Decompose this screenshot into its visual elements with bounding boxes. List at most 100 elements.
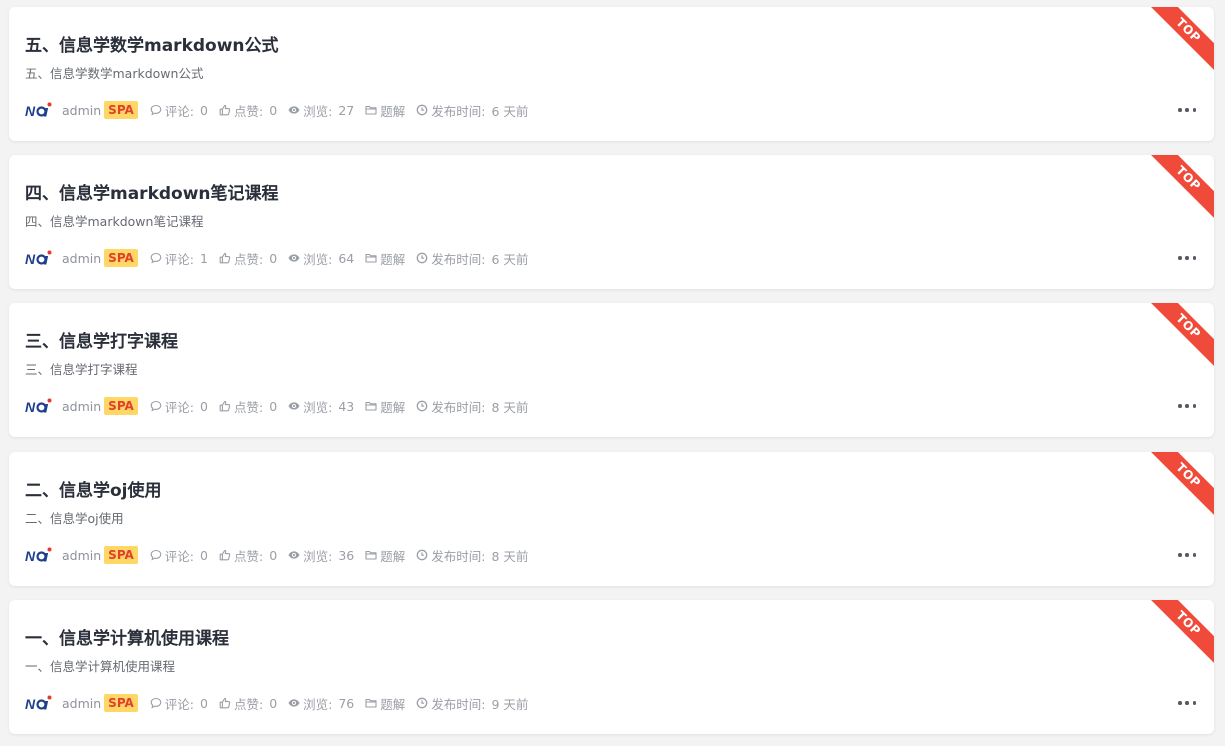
category-link[interactable]: 题解 [365,397,405,416]
like-count[interactable]: 点赞: 0 [219,249,277,268]
like-count[interactable]: 点赞: 0 [219,694,277,713]
comments-label: 评论: [164,103,195,119]
views-label: 浏览: [303,103,333,119]
author-name[interactable]: admin [62,251,101,266]
eye-icon [288,106,300,114]
views-label: 浏览: [303,251,333,267]
comment-count: 评论: 0 [150,694,208,713]
likes-label: 点赞: [233,548,264,564]
views-label: 浏览: [303,696,333,712]
thumbs-up-icon [219,252,231,264]
more-dots-icon[interactable] [1178,545,1196,565]
time-label: 发布时间: [431,399,486,415]
clock-icon [416,549,428,561]
comment-icon [150,400,162,412]
article-meta: N admin SPA 评论: 1 点赞: 0 浏览: 64 题解 发布时间: … [25,248,539,268]
folder-icon [365,550,377,560]
article-summary: 一、信息学计算机使用课程 [25,659,176,674]
folder-icon [365,401,377,411]
comments-label: 评论: [164,399,195,415]
publish-time: 发布时间: 9 天前 [416,694,528,713]
author-name[interactable]: admin [62,103,101,118]
like-count[interactable]: 点赞: 0 [219,546,277,565]
article-title[interactable]: 三、信息学打字课程 [25,327,178,352]
view-count: 浏览: 27 [288,101,354,120]
eye-icon [288,254,300,262]
category-label: 题解 [380,103,406,119]
more-dots-icon[interactable] [1178,396,1196,416]
article-card[interactable]: 三、信息学打字课程 三、信息学打字课程 N admin SPA 评论: 0 点赞… [9,303,1214,437]
likes-value: 0 [269,398,278,414]
noi-logo: N [25,695,52,712]
comment-count: 评论: 0 [150,101,208,120]
comments-value: 0 [200,102,208,118]
article-card[interactable]: 五、信息学数学markdown公式 五、信息学数学markdown公式 N ad… [9,7,1214,141]
comments-value: 0 [200,695,208,711]
like-count[interactable]: 点赞: 0 [219,397,277,416]
article-title[interactable]: 一、信息学计算机使用课程 [25,624,229,649]
noi-logo: N [25,398,52,415]
time-label: 发布时间: [431,696,486,712]
noi-logo: N [25,250,52,267]
likes-label: 点赞: [233,251,264,267]
noi-logo: N [25,102,52,119]
folder-icon [365,253,377,263]
comment-count: 评论: 0 [150,397,208,416]
likes-value: 0 [269,695,278,711]
article-summary: 二、信息学oj使用 [25,511,124,526]
views-value: 36 [338,547,355,563]
article-summary: 五、信息学数学markdown公式 [25,66,204,81]
view-count: 浏览: 36 [288,546,354,565]
author-badge: SPA [104,694,138,712]
category-link[interactable]: 题解 [365,694,405,713]
article-card[interactable]: 二、信息学oj使用 二、信息学oj使用 N admin SPA 评论: 0 点赞… [9,452,1214,586]
time-value: 8 天前 [491,399,529,415]
author-name[interactable]: admin [62,696,101,711]
comment-count: 评论: 0 [150,546,208,565]
category-link[interactable]: 题解 [365,101,405,120]
like-count[interactable]: 点赞: 0 [219,101,277,120]
category-label: 题解 [380,251,406,267]
article-card[interactable]: 四、信息学markdown笔记课程 四、信息学markdown笔记课程 N ad… [9,155,1214,289]
views-label: 浏览: [303,399,333,415]
top-ribbon: TOP [1147,303,1214,368]
folder-icon [365,105,377,115]
category-label: 题解 [380,548,406,564]
more-dots-icon[interactable] [1178,693,1196,713]
view-count: 浏览: 43 [288,397,354,416]
thumbs-up-icon [219,104,231,116]
comments-label: 评论: [164,696,195,712]
thumbs-up-icon [219,697,231,709]
clock-icon [416,252,428,264]
clock-icon [416,400,428,412]
author-name[interactable]: admin [62,399,101,414]
comments-value: 0 [200,547,208,563]
author-name[interactable]: admin [62,548,101,563]
likes-value: 0 [269,102,278,118]
article-meta: N admin SPA 评论: 0 点赞: 0 浏览: 36 题解 发布时间: … [25,545,539,565]
eye-icon [288,551,300,559]
article-title[interactable]: 五、信息学数学markdown公式 [25,31,279,56]
author-badge: SPA [104,546,138,564]
more-dots-icon[interactable] [1178,100,1196,120]
svg-text:N: N [25,103,36,119]
more-dots-icon[interactable] [1178,248,1196,268]
comment-icon [150,549,162,561]
comment-icon [150,697,162,709]
clock-icon [416,697,428,709]
author-badge: SPA [104,249,138,267]
article-title[interactable]: 二、信息学oj使用 [25,476,162,501]
comment-count: 评论: 1 [150,249,208,268]
svg-text:N: N [25,696,36,712]
category-link[interactable]: 题解 [365,546,405,565]
article-card[interactable]: 一、信息学计算机使用课程 一、信息学计算机使用课程 N admin SPA 评论… [9,600,1214,734]
category-link[interactable]: 题解 [365,249,405,268]
likes-label: 点赞: [233,103,264,119]
svg-text:N: N [25,399,36,415]
publish-time: 发布时间: 8 天前 [416,546,528,565]
publish-time: 发布时间: 8 天前 [416,397,528,416]
views-label: 浏览: [303,548,333,564]
article-title[interactable]: 四、信息学markdown笔记课程 [25,179,279,204]
folder-icon [365,698,377,708]
top-ribbon: TOP [1147,7,1214,72]
